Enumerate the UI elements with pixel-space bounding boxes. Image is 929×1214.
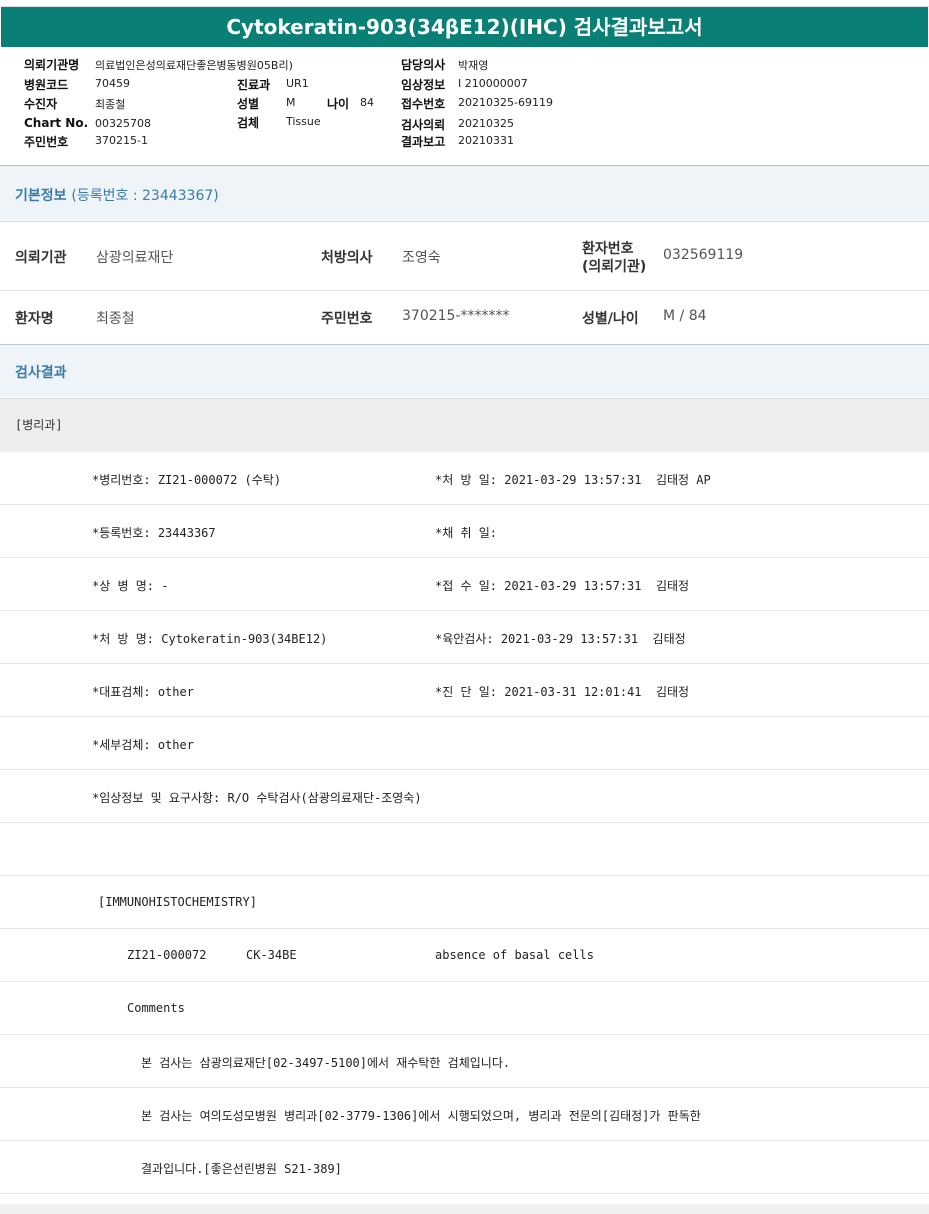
header-value: I 210000007 (458, 77, 528, 90)
ihc-specimen-id: ZI21-000072 (127, 948, 207, 962)
header-label: 주민번호 (24, 135, 69, 149)
ihc-result-row: ZI21-000072 CK-34BE absence of basal cel… (0, 929, 929, 982)
info-label: 처방의사 (321, 250, 373, 266)
info-label: 환자명 (15, 311, 54, 327)
header-label: 검체 (237, 116, 260, 130)
header-value: 70459 (95, 77, 130, 90)
result-row: *처 방 명: Cytokeratin-903(34BE12) *육안검사: 2… (0, 611, 929, 664)
header-value: 20210331 (458, 134, 514, 147)
header-label: 진료과 (237, 78, 271, 92)
header-value: Tissue (286, 115, 321, 128)
info-label: 주민번호 (321, 311, 373, 327)
comments-label: Comments (127, 1001, 185, 1015)
info-label: 성별/나이 (582, 311, 639, 327)
department-label: [병리과] (15, 418, 63, 432)
header-value: 20210325-69119 (458, 96, 553, 109)
info-value: 삼광의료재단 (96, 250, 174, 266)
header-label: 검사의뢰 (401, 118, 446, 132)
result-title: 검사결과 (15, 365, 67, 381)
header-value: 의료법인은성의료재단좋은병동병원05B리) (95, 59, 293, 72)
result-row: *대표검체: other *진 단 일: 2021-03-31 12:01:41… (0, 664, 929, 717)
report-header: 의뢰기관명 의료법인은성의료재단좋은병동병원05B리) 병원코드 70459 수… (0, 48, 929, 166)
result-field: *세부검체: other (92, 738, 194, 752)
result-field: *진 단 일: 2021-03-31 12:01:41 김태정 (435, 685, 690, 699)
info-value: 370215-******* (402, 308, 510, 324)
report-title: Cytokeratin-903(34βE12)(IHC) 검사결과보고서 (1, 7, 928, 47)
header-value: 84 (360, 96, 374, 109)
header-label: 나이 (327, 97, 350, 111)
comment-row: 본 검사는 삼광의료재단[02-3497-5100]에서 재수탁한 검체입니다. (0, 1035, 929, 1088)
info-label: 의뢰기관 (15, 250, 67, 266)
header-label: 병원코드 (24, 78, 69, 92)
basic-info-row: 환자명 최종철 주민번호 370215-******* 성별/나이 M / 84 (0, 291, 929, 345)
header-label: 접수번호 (401, 97, 446, 111)
result-field: *처 방 일: 2021-03-29 13:57:31 김태정 AP (435, 473, 711, 487)
comment-text: 결과입니다.[좋은선린병원 S21-389] (141, 1162, 342, 1176)
header-label: 수진자 (24, 97, 58, 111)
comment-text: 본 검사는 여의도성모병원 병리과[02-3779-1306]에서 시행되었으며… (141, 1109, 701, 1123)
result-row: *등록번호: 23443367 *채 취 일: (0, 505, 929, 558)
info-value: 최종철 (96, 311, 135, 327)
result-row: *세부검체: other (0, 717, 929, 770)
bottom-scroll-area (0, 1204, 929, 1214)
result-row: *상 병 명: - *접 수 일: 2021-03-29 13:57:31 김태… (0, 558, 929, 611)
result-field: *임상정보 및 요구사항: R/O 수탁검사(삼광의료재단-조영숙) (92, 791, 422, 805)
department-row: [병리과] (0, 398, 929, 453)
header-value: M (286, 96, 296, 109)
ihc-marker: CK-34BE (246, 948, 297, 962)
result-row: *병리번호: ZI21-000072 (수탁) *처 방 일: 2021-03-… (0, 452, 929, 505)
comment-text: 본 검사는 삼광의료재단[02-3497-5100]에서 재수탁한 검체입니다. (141, 1056, 511, 1070)
basic-info-row: 의뢰기관 삼광의료재단 처방의사 조영숙 환자번호 (의뢰기관) 0325691… (0, 222, 929, 291)
top-edge (0, 0, 929, 7)
info-value: 조영숙 (402, 250, 441, 266)
result-field: *병리번호: ZI21-000072 (수탁) (92, 473, 282, 487)
info-label: (의뢰기관) (582, 259, 647, 275)
header-value: UR1 (286, 77, 309, 90)
registration-number: (등록번호 : 23443367) (71, 188, 219, 204)
header-value: 20210325 (458, 117, 514, 130)
header-value: 최종철 (95, 98, 126, 111)
blank-row (0, 823, 929, 876)
info-value: M / 84 (663, 308, 707, 324)
ihc-title: [IMMUNOHISTOCHEMISTRY] (98, 895, 257, 909)
comment-row: 결과입니다.[좋은선린병원 S21-389] (0, 1141, 929, 1194)
ihc-result: absence of basal cells (435, 948, 594, 962)
info-label: 환자번호 (582, 241, 634, 257)
result-field: *대표검체: other (92, 685, 194, 699)
result-header: 검사결과 (0, 345, 929, 397)
basic-info-title: 기본정보 (등록번호 : 23443367) (15, 188, 219, 204)
comment-row: 본 검사는 여의도성모병원 병리과[02-3779-1306]에서 시행되었으며… (0, 1088, 929, 1141)
header-value: 370215-1 (95, 134, 148, 147)
result-field: *접 수 일: 2021-03-29 13:57:31 김태정 (435, 579, 690, 593)
result-field: *육안검사: 2021-03-29 13:57:31 김태정 (435, 632, 686, 646)
header-label: 의뢰기관명 (24, 58, 80, 72)
header-label: 담당의사 (401, 58, 446, 72)
header-value: 박재영 (458, 59, 489, 72)
header-label: Chart No. (24, 116, 89, 130)
header-label: 결과보고 (401, 135, 446, 149)
basic-info-header: 기본정보 (등록번호 : 23443367) (0, 166, 929, 222)
result-field: *처 방 명: Cytokeratin-903(34BE12) (92, 632, 328, 646)
result-field: *채 취 일: (435, 526, 498, 540)
result-field: *등록번호: 23443367 (92, 526, 216, 540)
header-value: 00325708 (95, 117, 151, 130)
result-row: *임상정보 및 요구사항: R/O 수탁검사(삼광의료재단-조영숙) (0, 770, 929, 823)
header-label: 임상정보 (401, 78, 446, 92)
info-value: 032569119 (663, 247, 744, 263)
result-field: *상 병 명: - (92, 579, 169, 593)
ihc-title-row: [IMMUNOHISTOCHEMISTRY] (0, 876, 929, 929)
header-label: 성별 (237, 97, 260, 111)
comments-row: Comments (0, 982, 929, 1035)
